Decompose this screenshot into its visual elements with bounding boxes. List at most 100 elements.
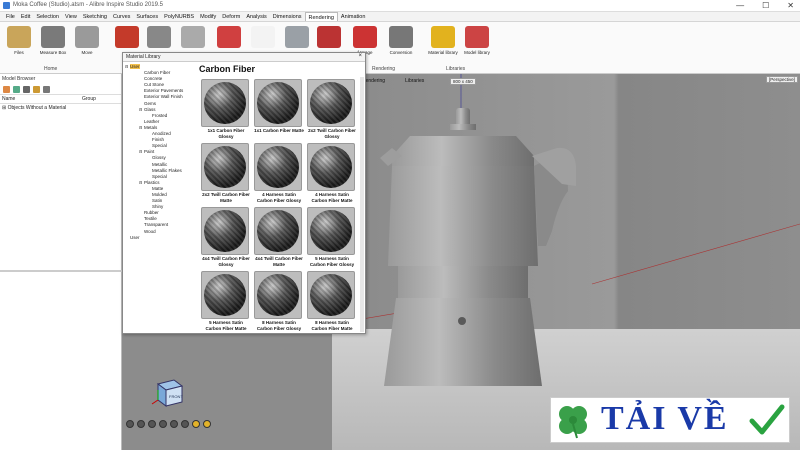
minimize-button[interactable]: — <box>736 1 744 10</box>
material-card[interactable]: 8 Harness Satin Carbon Fiber Matte <box>307 271 357 331</box>
menu-modify[interactable]: Modify <box>197 12 219 21</box>
grid-icon[interactable] <box>203 420 211 428</box>
column-group[interactable]: Group <box>82 96 96 102</box>
viewport-tab-libraries[interactable]: Libraries <box>405 78 424 88</box>
menu-polynurbs[interactable]: PolyNURBS <box>161 12 197 21</box>
measure-box-button[interactable]: Measure Box <box>36 24 70 62</box>
tree-item-label: Exterior Wall Finish <box>144 94 183 100</box>
title-bar: Moka Coffee (Studio).atsm - Alibre Inspi… <box>0 0 800 12</box>
menu-edit[interactable]: Edit <box>18 12 33 21</box>
material-preview <box>307 143 355 191</box>
settings-icon[interactable] <box>43 85 50 93</box>
material-card[interactable]: 4 Harness Satin Carbon Fiber Glossy <box>254 143 304 203</box>
material-label: 4x4 Twill Carbon Fiber Glossy <box>202 256 250 267</box>
material-library-title: Material Library <box>126 54 161 60</box>
material-label: 8 Harness Satin Carbon Fiber Glossy <box>256 320 302 331</box>
files-button[interactable]: Files <box>2 24 36 62</box>
tree-item[interactable]: User <box>125 235 197 241</box>
menu-animation[interactable]: Animation <box>338 12 368 21</box>
material-grid-scrollbar[interactable] <box>360 77 364 332</box>
material-preview <box>201 143 249 191</box>
menu-surfaces[interactable]: Surfaces <box>133 12 161 21</box>
tree-item-label: Wood <box>144 228 156 234</box>
model-library-button[interactable]: Model library <box>460 24 494 62</box>
material-texture <box>204 210 246 252</box>
folder-icon[interactable] <box>13 85 20 93</box>
material-texture <box>310 274 352 316</box>
menu-file[interactable]: File <box>3 12 18 21</box>
clover-icon <box>559 406 587 439</box>
close-button[interactable]: ✕ <box>787 1 794 10</box>
view-icon[interactable] <box>137 420 145 428</box>
view-icon[interactable] <box>126 420 134 428</box>
material-card[interactable]: 8 Harness Satin Carbon Fiber Glossy <box>254 271 304 331</box>
column-name[interactable]: Name <box>2 96 82 102</box>
panel-splitter[interactable] <box>0 270 122 272</box>
material-preview <box>307 79 355 127</box>
menu-analysis[interactable]: Analysis <box>243 12 269 21</box>
tree-item-label: Plastics <box>144 179 160 185</box>
viewport-toolbar <box>126 420 211 428</box>
menu-dimensions[interactable]: Dimensions <box>270 12 305 21</box>
menu-bar: File Edit Selection View Sketching Curves Surf… <box>0 12 800 22</box>
tree-item-label: Metals <box>144 124 158 130</box>
material-preview <box>307 271 355 319</box>
list-item[interactable]: ⊞ Objects Without a Material <box>0 104 121 112</box>
material-icon[interactable] <box>33 85 40 93</box>
model-browser-toolbar <box>0 84 121 94</box>
measure-box-icon <box>41 26 65 48</box>
move-button[interactable]: Move <box>70 24 104 62</box>
tree-item-label: Exterior Pavements <box>144 88 184 94</box>
material-texture <box>257 274 299 316</box>
tree-item-label: Shiny <box>152 204 164 210</box>
material-card[interactable]: 2x2 Twill Carbon Fiber Matte <box>201 143 251 203</box>
material-preview <box>254 143 302 191</box>
tree-item-label: Finish <box>152 137 165 143</box>
tree-item-label: Cut Stone <box>144 82 165 88</box>
menu-rendering[interactable]: Rendering <box>304 12 338 21</box>
checkmark-icon <box>749 404 785 435</box>
menu-view[interactable]: View <box>62 12 80 21</box>
layers-icon[interactable] <box>23 85 30 93</box>
files-label: Files <box>14 50 24 55</box>
material-card[interactable]: 5 Harness Satin Carbon Fiber Glossy <box>307 207 357 267</box>
material-card[interactable]: 4x4 Twill Carbon Fiber Glossy <box>201 207 251 267</box>
close-icon[interactable]: × <box>358 53 362 59</box>
material-texture <box>310 82 352 124</box>
menu-selection[interactable]: Selection <box>33 12 62 21</box>
view-icon[interactable] <box>148 420 156 428</box>
material-card[interactable]: 4 Harness Satin Carbon Fiber Matte <box>307 143 357 203</box>
material-card[interactable]: 1x1 Carbon Fiber Glossy <box>201 79 251 139</box>
maximize-button[interactable]: ☐ <box>762 1 769 10</box>
menu-curves[interactable]: Curves <box>110 12 133 21</box>
material-preview <box>254 207 302 255</box>
menu-deform[interactable]: Deform <box>219 12 243 21</box>
material-library-label: Material library <box>428 50 458 55</box>
watermark-logo: TẢI VỀ <box>550 397 790 443</box>
tree-item-label: Textile <box>144 216 157 222</box>
add-icon[interactable] <box>3 85 10 93</box>
model-library-icon <box>465 26 489 48</box>
view-icon[interactable] <box>159 420 167 428</box>
material-category-heading: Carbon Fiber <box>199 64 256 74</box>
material-library-dialog: Material Library × ⊟ User Carbon Fiber Conc… <box>122 52 366 334</box>
menu-sketching[interactable]: Sketching <box>80 12 110 21</box>
render-icon[interactable] <box>192 420 200 428</box>
material-card[interactable]: 2x2 Twill Carbon Fiber Glossy <box>307 79 357 139</box>
material-card[interactable]: 5 Harness Satin Carbon Fiber Matte <box>201 271 251 331</box>
material-label: 4 Harness Satin Carbon Fiber Matte <box>311 192 353 203</box>
perspective-label[interactable]: [Perspective] <box>765 76 798 83</box>
view-icon[interactable] <box>181 420 189 428</box>
view-cube-icon[interactable]: FRONT <box>148 372 188 412</box>
tree-item-label: Molded <box>152 191 167 197</box>
material-card[interactable]: 4x4 Twill Carbon Fiber Matte <box>254 207 304 267</box>
tree-item-label: Leather <box>144 118 160 124</box>
view-icon[interactable] <box>170 420 178 428</box>
material-library-button[interactable]: Material library <box>426 24 460 62</box>
conversion-button[interactable]: Conversion <box>384 24 418 62</box>
material-label: 4 Harness Satin Carbon Fiber Glossy <box>256 192 302 203</box>
model-browser-panel: Model Browser Name Group ⊞ Objects Witho… <box>0 74 122 450</box>
tree-item-label: Glossy <box>152 155 166 161</box>
material-card[interactable]: 1x1 Carbon Fiber Matte <box>254 79 304 139</box>
material-library-icon <box>431 26 455 48</box>
